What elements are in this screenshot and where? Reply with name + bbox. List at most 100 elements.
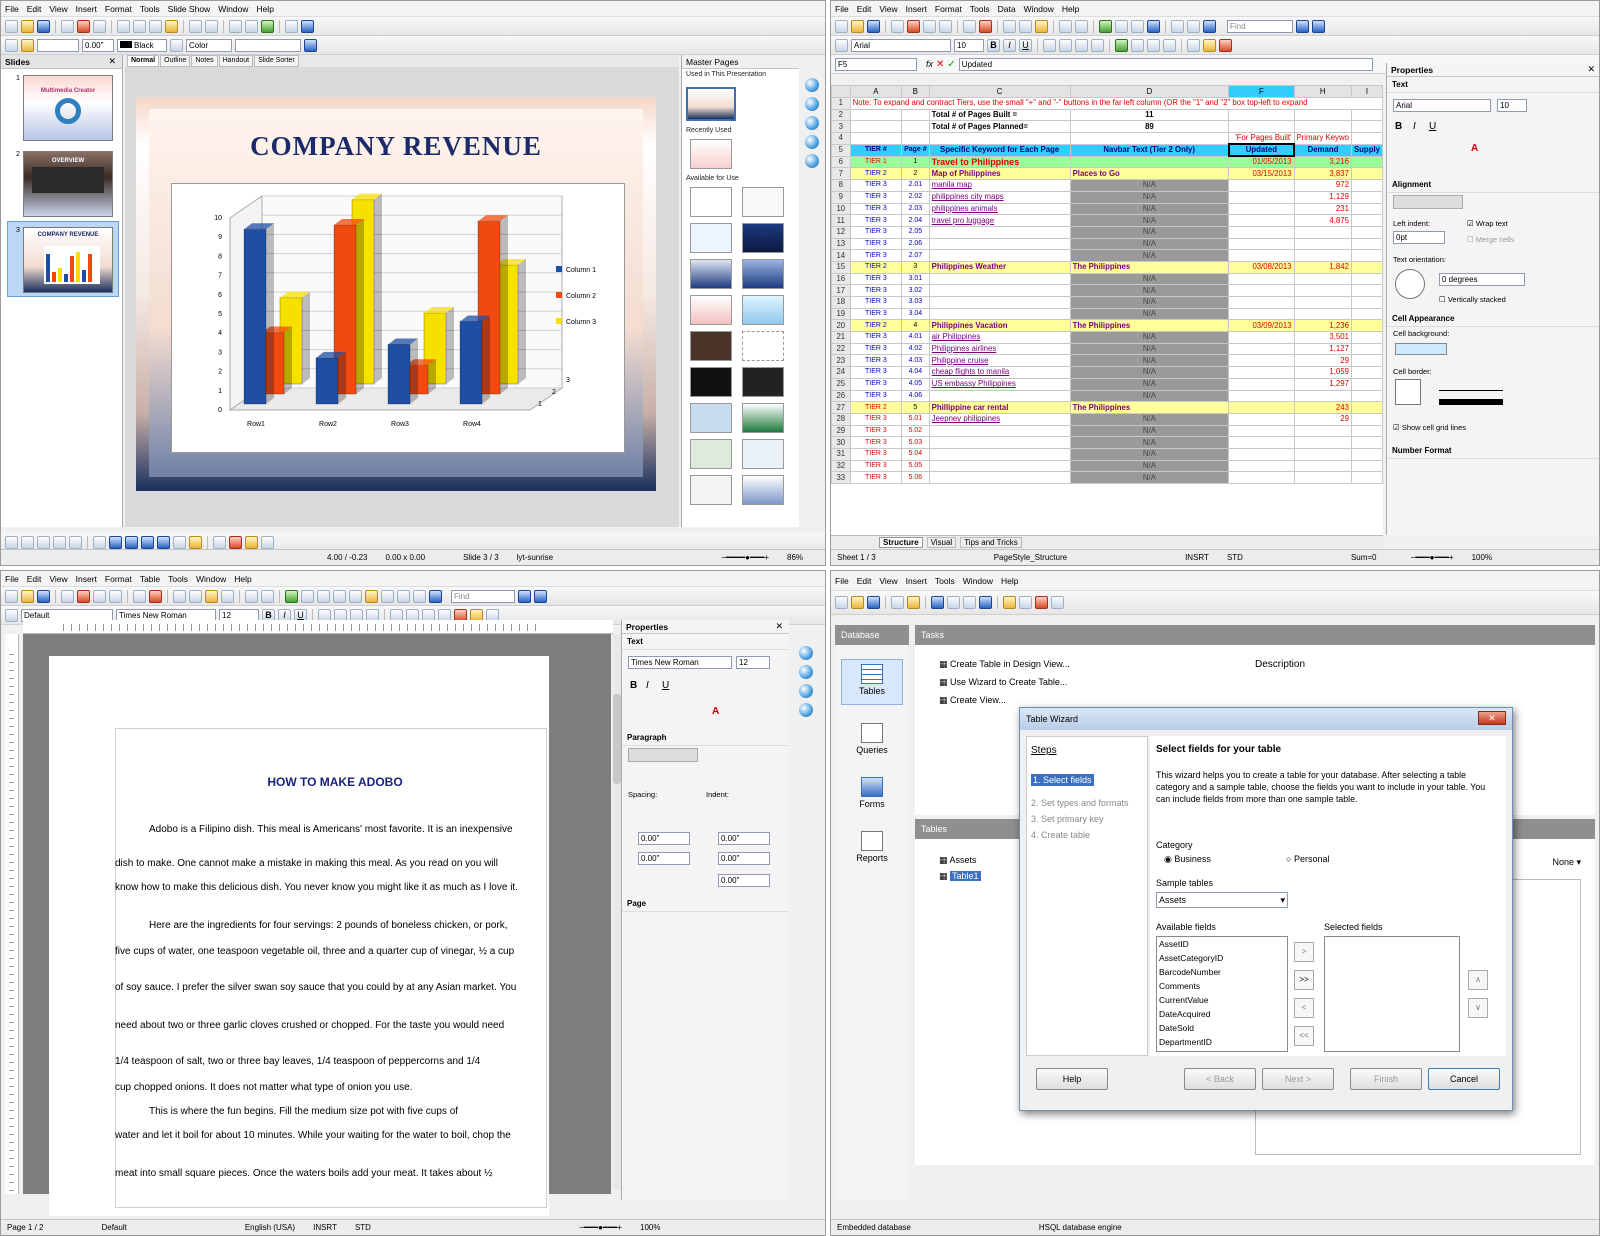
cut-icon[interactable]: [173, 589, 186, 603]
find-input[interactable]: Find: [1227, 19, 1293, 33]
field-item[interactable]: BarcodeNumber: [1157, 965, 1287, 979]
cell[interactable]: [1350, 319, 1384, 333]
cell-background-picker[interactable]: [1395, 343, 1447, 355]
basic-shapes-icon[interactable]: [109, 535, 122, 549]
field-item[interactable]: DateAcquired: [1157, 1007, 1287, 1021]
cell[interactable]: N/A: [1069, 342, 1230, 356]
cell[interactable]: [928, 225, 1071, 239]
cell[interactable]: The Philippines: [1069, 401, 1230, 414]
curve-icon[interactable]: [93, 535, 106, 549]
horizontal-align-group[interactable]: [1393, 195, 1463, 209]
cell[interactable]: [1228, 471, 1295, 484]
gallery-icon[interactable]: [799, 684, 813, 698]
menu-edit[interactable]: Edit: [27, 4, 42, 14]
cell[interactable]: [1228, 366, 1295, 379]
cell[interactable]: 03/08/2013: [1228, 260, 1295, 274]
line-style-picker[interactable]: [1439, 381, 1503, 391]
cell[interactable]: TIER 3: [849, 225, 903, 239]
cell[interactable]: [1228, 447, 1295, 461]
cell[interactable]: [928, 307, 1071, 321]
paragraph-line[interactable]: five cups of water, one teaspoon vegetab…: [115, 946, 545, 957]
cell[interactable]: N/A: [1069, 354, 1230, 368]
menu-tools[interactable]: Tools: [168, 574, 188, 584]
rename-icon[interactable]: [1051, 596, 1064, 609]
cell[interactable]: 3.02: [901, 284, 930, 297]
horizontal-ruler[interactable]: [23, 620, 613, 634]
navigator-icon[interactable]: [799, 703, 813, 717]
menu-file[interactable]: File: [5, 574, 19, 584]
cell[interactable]: cheap flights to manila: [928, 366, 1071, 379]
cell[interactable]: [928, 237, 1071, 251]
line-color-picker[interactable]: [1439, 399, 1503, 405]
slide-thumbnail-3[interactable]: COMPANY REVENUE: [23, 227, 113, 293]
row-header[interactable]: 10: [831, 202, 851, 216]
flowchart-icon[interactable]: [157, 535, 170, 549]
cell[interactable]: 2.06: [901, 237, 930, 251]
slide-title[interactable]: COMPANY REVENUE: [149, 131, 643, 162]
cell[interactable]: 03/09/2013: [1228, 319, 1295, 333]
db-item-forms[interactable]: Forms: [841, 773, 903, 819]
cell[interactable]: 5.04: [901, 447, 930, 461]
zoom-slider[interactable]: −━━━━●━━━+: [721, 553, 769, 562]
redo-icon[interactable]: [261, 589, 274, 603]
paste-icon[interactable]: [205, 589, 218, 603]
fill-type-combo[interactable]: Color: [186, 38, 232, 52]
cell[interactable]: TIER 3: [849, 190, 903, 204]
help-icon[interactable]: [429, 589, 442, 603]
cell[interactable]: [1293, 296, 1352, 309]
gallery-icon[interactable]: [365, 589, 378, 603]
row-header[interactable]: 6: [831, 155, 851, 169]
master-page-option[interactable]: [690, 187, 732, 217]
autospell-icon[interactable]: [979, 19, 992, 33]
merge-cells-checkbox[interactable]: ☐ Merge cells: [1467, 235, 1514, 244]
cell[interactable]: philippines city maps: [928, 190, 1071, 204]
accept-icon[interactable]: ✓: [947, 59, 955, 70]
extrusion-icon[interactable]: [261, 535, 274, 549]
document-page[interactable]: HOW TO MAKE ADOBO Adobo is a Filipino di…: [49, 656, 549, 1216]
remove-all-fields-button[interactable]: <<: [1294, 1026, 1314, 1046]
cell[interactable]: [928, 296, 1071, 309]
cell[interactable]: 29: [1293, 354, 1352, 368]
close-icon[interactable]: ✕: [1587, 64, 1595, 75]
cell[interactable]: [1350, 307, 1384, 321]
table-icon[interactable]: [301, 589, 314, 603]
cell[interactable]: [1350, 331, 1384, 344]
after-indent-input[interactable]: 0.00": [718, 852, 770, 865]
cell[interactable]: Demand: [1293, 143, 1352, 157]
sidebar-font-combo[interactable]: Arial: [1393, 99, 1491, 112]
zoom-level[interactable]: 100%: [1472, 553, 1492, 562]
row-header[interactable]: 28: [831, 412, 851, 426]
cell[interactable]: 5.03: [901, 436, 930, 449]
paragraph-line[interactable]: need about two or three garlic cloves cr…: [115, 1020, 545, 1031]
cell[interactable]: 2.05: [901, 225, 930, 239]
autospell-icon[interactable]: [149, 589, 162, 603]
cell[interactable]: Updated: [1227, 143, 1296, 158]
sidebar-font-combo[interactable]: Times New Roman: [628, 656, 732, 669]
edit-icon[interactable]: [1019, 596, 1032, 609]
add-field-button[interactable]: >: [1294, 942, 1314, 962]
save-icon[interactable]: [37, 589, 50, 603]
db-item-reports[interactable]: Reports: [841, 827, 903, 873]
cell[interactable]: TIER 3: [849, 354, 903, 368]
row-header[interactable]: 11: [831, 214, 851, 227]
master-page-recent[interactable]: [690, 139, 732, 169]
menu-help[interactable]: Help: [1001, 576, 1018, 586]
cell[interactable]: 1,297: [1293, 377, 1352, 391]
cell[interactable]: 3: [901, 260, 930, 274]
open-icon[interactable]: [851, 596, 864, 609]
cell[interactable]: 2.07: [901, 249, 930, 262]
cell[interactable]: [1350, 260, 1384, 274]
personal-radio[interactable]: ○ Personal: [1286, 854, 1329, 864]
menu-insert[interactable]: Insert: [906, 576, 927, 586]
field-item[interactable]: DepartmentID: [1157, 1035, 1287, 1049]
find-replace-icon[interactable]: [1171, 19, 1184, 33]
hyperlink-icon[interactable]: [1099, 19, 1112, 33]
row-header[interactable]: 27: [831, 401, 851, 414]
new-icon[interactable]: [5, 19, 18, 33]
chart-object[interactable]: 0 1 2 3 4 5 6 7 8 9 10 Row1 Row2 Row3 Row4 1 2 3 Column 1 C…: [171, 183, 625, 453]
zoom-slider[interactable]: −━━━●━━━+: [1411, 553, 1454, 562]
cell[interactable]: 2: [901, 167, 930, 181]
cell[interactable]: Primary Keywo: [1293, 132, 1352, 145]
menu-view[interactable]: View: [879, 4, 897, 14]
menu-window[interactable]: Window: [218, 4, 248, 14]
